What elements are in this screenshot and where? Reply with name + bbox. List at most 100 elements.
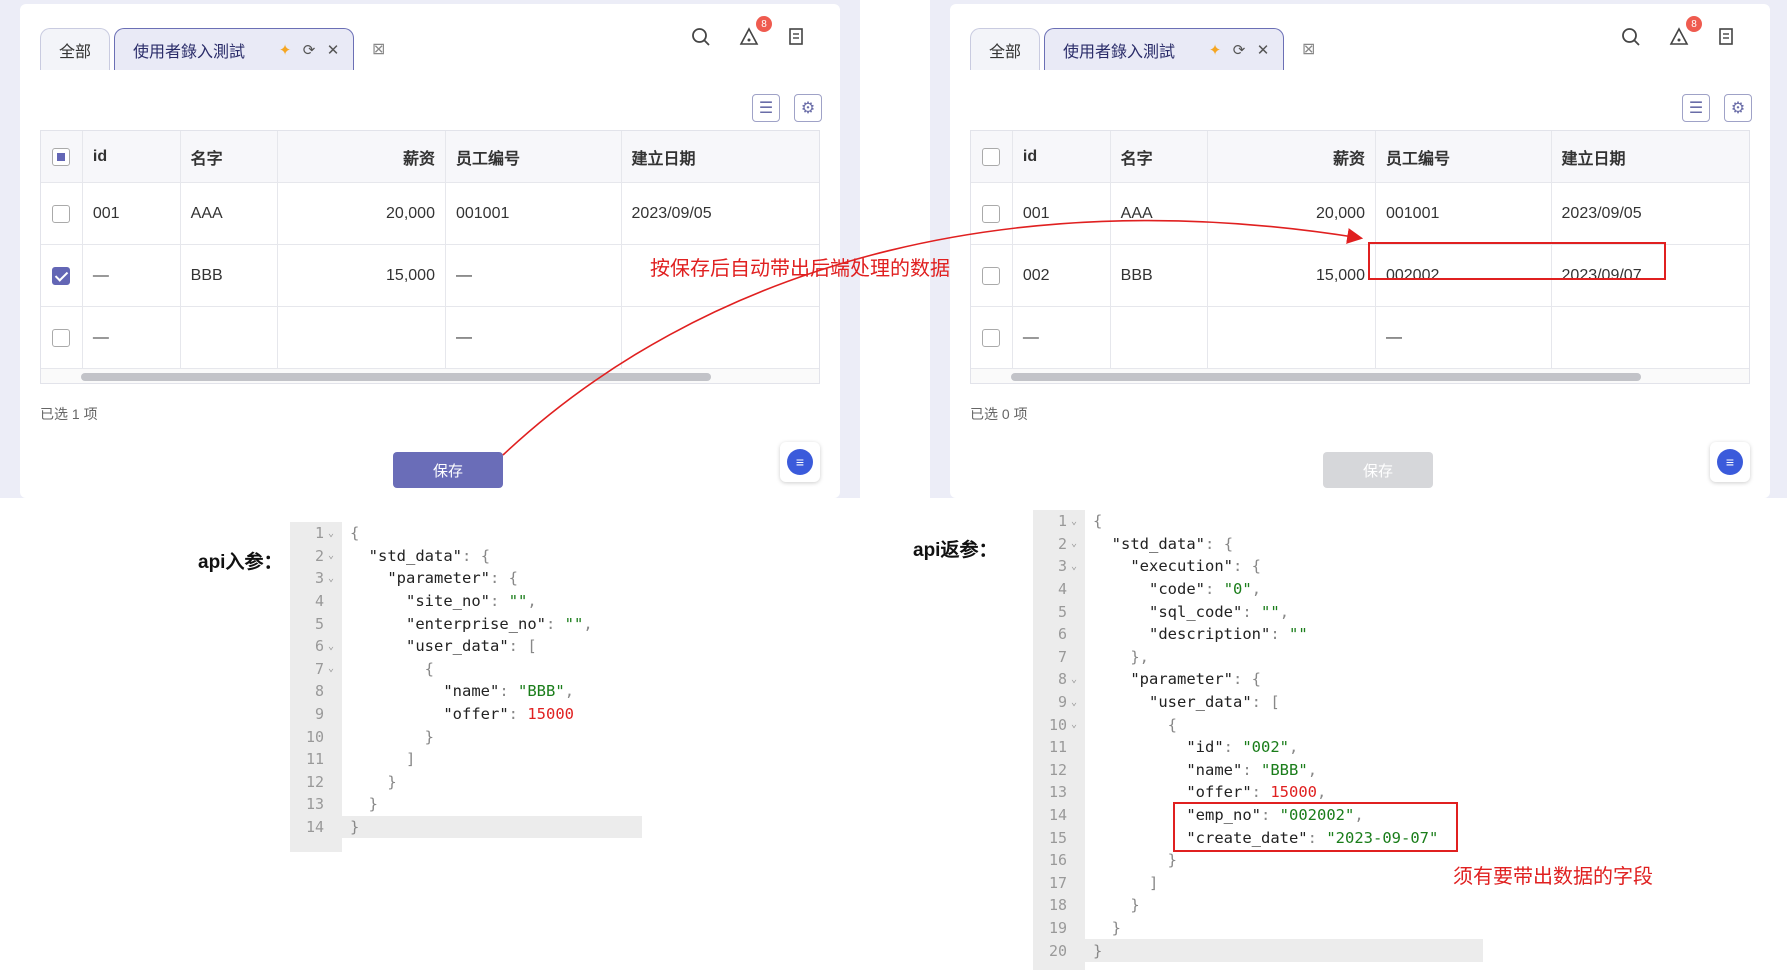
fold-icon[interactable]: ⌄ [1067,674,1081,685]
cell-offer[interactable] [278,307,446,368]
task-list-icon[interactable] [784,24,810,50]
cell-create-date[interactable] [1552,307,1749,368]
header-offer[interactable]: 薪资 [1208,131,1376,182]
header-id[interactable]: id [83,131,181,182]
horizontal-scrollbar[interactable] [971,369,1749,383]
header-create-date[interactable]: 建立日期 [622,131,819,182]
cell-name[interactable]: AAA [181,183,279,244]
cell-name[interactable] [1111,307,1209,368]
header-name[interactable]: 名字 [181,131,279,182]
notification-icon[interactable]: 8 [1666,16,1702,50]
table-row[interactable]: 001 AAA 20,000 001001 2023/09/05 [41,183,819,245]
cell-emp-no[interactable]: — [446,307,622,368]
tab-user-entry[interactable]: 使用者錄入測試 ✦ ⟳ ✕ [1044,28,1285,70]
fold-icon[interactable]: ⌄ [1067,516,1081,527]
cell-emp-no[interactable]: 001001 [446,183,622,244]
chat-button[interactable]: ≡ [1710,442,1750,482]
cell-offer[interactable]: 20,000 [1208,183,1376,244]
cell-name[interactable]: AAA [1111,183,1209,244]
task-list-icon[interactable] [1714,24,1740,50]
close-icon[interactable]: ✕ [1253,40,1273,60]
tab-all[interactable]: 全部 [970,28,1041,70]
cell-offer[interactable]: 15,000 [278,245,446,306]
notification-icon[interactable]: 8 [736,16,772,50]
cell-id[interactable]: — [83,307,181,368]
header-name[interactable]: 名字 [1111,131,1209,182]
select-all-checkbox[interactable] [41,131,83,182]
scrollbar-thumb[interactable] [1011,373,1641,381]
close-icon[interactable]: ✕ [323,40,343,60]
fold-icon[interactable]: ⌄ [1067,719,1081,730]
tab-all[interactable]: 全部 [40,28,111,70]
header-create-date[interactable]: 建立日期 [1552,131,1749,182]
horizontal-scrollbar[interactable] [41,369,819,383]
cell-offer[interactable]: 15,000 [1208,245,1376,306]
fold-icon[interactable]: ⌄ [324,663,338,674]
chat-button[interactable]: ≡ [780,442,820,482]
checkbox[interactable] [52,204,71,223]
row-checkbox[interactable] [971,245,1013,306]
cell-name[interactable]: BBB [181,245,279,306]
cell-id[interactable]: 001 [83,183,181,244]
fold-icon[interactable]: ⌄ [324,528,338,539]
search-icon[interactable] [1618,24,1644,50]
row-checkbox[interactable] [41,183,83,244]
checkbox[interactable] [52,147,71,166]
select-all-checkbox[interactable] [971,131,1013,182]
checkbox[interactable] [52,328,71,347]
column-sort-icon[interactable]: ☰ [1682,94,1710,122]
cell-name[interactable]: BBB [1111,245,1209,306]
row-checkbox[interactable] [971,307,1013,368]
header-emp-no[interactable]: 员工编号 [1376,131,1552,182]
table-row[interactable]: 001 AAA 20,000 001001 2023/09/05 [971,183,1749,245]
cell-id[interactable]: 001 [1013,183,1111,244]
checkbox[interactable] [982,147,1001,166]
fold-icon[interactable]: ⌄ [324,550,338,561]
cell-id[interactable]: 002 [1013,245,1111,306]
code-text: "name": "BBB", [1186,760,1318,779]
row-checkbox[interactable] [41,307,83,368]
save-button[interactable]: 保存 [1323,452,1433,488]
cell-emp-no[interactable]: 001001 [1376,183,1552,244]
table-row[interactable]: — — [41,307,819,369]
settings-gear-icon[interactable]: ⚙ [794,94,822,122]
cell-create-date[interactable]: 2023/09/05 [622,183,819,244]
cell-emp-no[interactable]: — [1376,307,1552,368]
refresh-icon[interactable]: ⟳ [299,40,319,60]
close-all-tabs-icon[interactable]: ⊠ [1288,28,1315,70]
cell-create-date[interactable] [622,307,819,368]
refresh-icon[interactable]: ⟳ [1229,40,1249,60]
tab-user-entry[interactable]: 使用者錄入測試 ✦ ⟳ ✕ [114,28,355,70]
scrollbar-thumb[interactable] [81,373,711,381]
checkbox[interactable] [982,266,1001,285]
settings-gear-icon[interactable]: ⚙ [1724,94,1752,122]
row-checkbox[interactable] [971,183,1013,244]
column-sort-icon[interactable]: ☰ [752,94,780,122]
close-all-tabs-icon[interactable]: ⊠ [358,28,385,70]
cell-emp-no[interactable]: — [446,245,622,306]
fold-icon[interactable]: ⌄ [1067,538,1081,549]
table-row[interactable]: — — [971,307,1749,369]
checkbox[interactable] [982,204,1001,223]
code-line: 19 } [1033,917,1483,940]
cell-id[interactable]: — [83,245,181,306]
cell-name[interactable] [181,307,279,368]
pin-icon[interactable]: ✦ [275,40,295,60]
save-button[interactable]: 保存 [393,452,503,488]
header-emp-no[interactable]: 员工编号 [446,131,622,182]
search-icon[interactable] [688,24,714,50]
fold-icon[interactable]: ⌄ [324,573,338,584]
cell-offer[interactable]: 20,000 [278,183,446,244]
cell-offer[interactable] [1208,307,1376,368]
header-offer[interactable]: 薪资 [278,131,446,182]
fold-icon[interactable]: ⌄ [1067,697,1081,708]
fold-icon[interactable]: ⌄ [1067,561,1081,572]
checkbox[interactable] [52,266,71,285]
cell-id[interactable]: — [1013,307,1111,368]
cell-create-date[interactable]: 2023/09/05 [1552,183,1749,244]
row-checkbox[interactable] [41,245,83,306]
checkbox[interactable] [982,328,1001,347]
header-id[interactable]: id [1013,131,1111,182]
fold-icon[interactable]: ⌄ [324,641,338,652]
pin-icon[interactable]: ✦ [1205,40,1225,60]
